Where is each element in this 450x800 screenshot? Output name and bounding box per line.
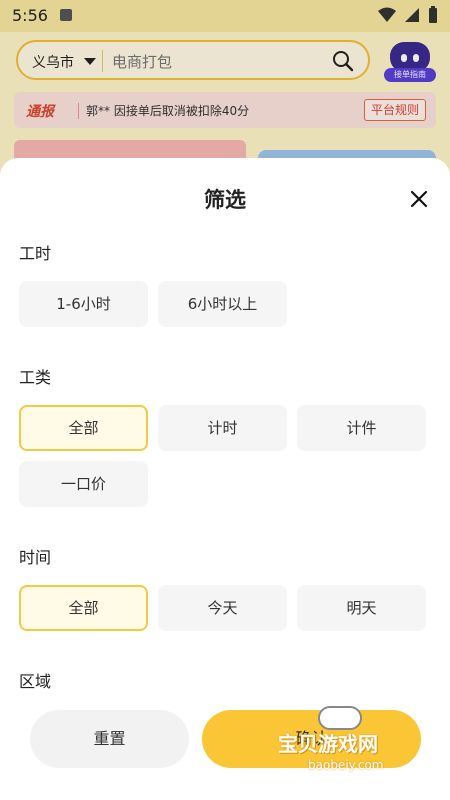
section-area-label: 区域 xyxy=(19,672,52,691)
chip-type-piece[interactable]: 计件 xyxy=(297,405,426,451)
section-work-hours-label: 工时 xyxy=(19,244,52,263)
sheet-title: 筛选 xyxy=(204,188,246,212)
gamepad-icon xyxy=(318,706,362,730)
chip-hours-1-6[interactable]: 1-6小时 xyxy=(19,281,148,327)
filter-sheet: 筛选 工时 1-6小时 6小时以上 工类 全部 计时 计件 一口价 时间 全部 … xyxy=(0,158,450,800)
watermark-logo: 宝贝游戏网 baobeiy.com xyxy=(278,706,438,786)
chip-time-today[interactable]: 今天 xyxy=(158,585,287,631)
section-work-type-label: 工类 xyxy=(19,368,52,387)
chip-time-tomorrow[interactable]: 明天 xyxy=(297,585,426,631)
chip-type-hourly[interactable]: 计时 xyxy=(158,405,287,451)
close-icon[interactable] xyxy=(408,188,430,210)
chip-type-fixed-price[interactable]: 一口价 xyxy=(19,461,148,507)
watermark-text: 宝贝游戏网 xyxy=(278,732,378,756)
chip-type-all[interactable]: 全部 xyxy=(19,405,148,451)
watermark-url: baobeiy.com xyxy=(308,758,384,772)
chip-hours-6-plus[interactable]: 6小时以上 xyxy=(158,281,287,327)
chip-time-all[interactable]: 全部 xyxy=(19,585,148,631)
section-time-label: 时间 xyxy=(19,548,52,567)
reset-button[interactable]: 重置 xyxy=(30,710,189,768)
